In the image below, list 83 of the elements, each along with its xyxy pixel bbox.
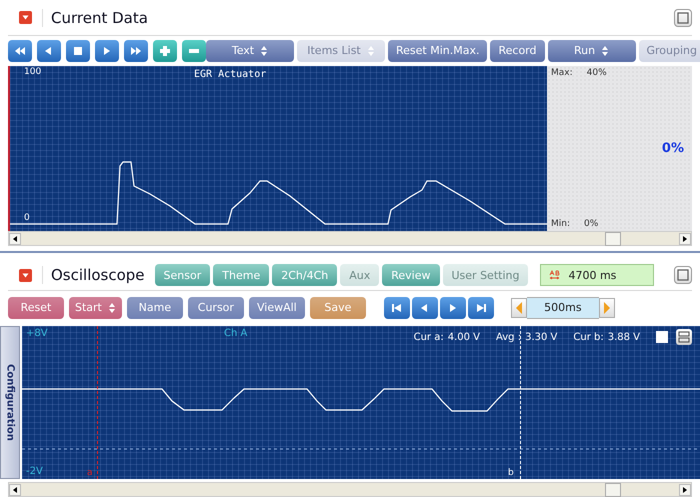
cursor-label: a [87, 468, 93, 478]
readout-value: 3.30 V [525, 332, 558, 342]
plus-icon [159, 46, 171, 56]
tab[interactable]: Theme [213, 264, 270, 286]
square-icon [72, 46, 84, 56]
forward-button[interactable] [124, 40, 148, 62]
readout-value: 3.88 V [608, 332, 640, 342]
axis-label: -2V [26, 466, 43, 477]
tab[interactable]: Review [382, 264, 440, 286]
toolbar-button[interactable]: Cursor [188, 296, 244, 318]
current-value: 0% [662, 141, 684, 156]
scroll-left-button[interactable] [9, 484, 21, 496]
skip-last-icon [474, 302, 487, 312]
last-button[interactable] [468, 296, 494, 318]
right-arrow-icon [681, 234, 689, 242]
window-toggle-button[interactable] [674, 8, 692, 26]
toolbar-button[interactable]: Reset [8, 296, 64, 318]
readout-label: Cur b: [573, 332, 604, 342]
scrollbar[interactable] [8, 482, 692, 497]
scroll-thumb[interactable] [605, 232, 621, 246]
toolbar-button[interactable]: Reset Min.Max. [388, 40, 488, 62]
panel-title: Current Data [42, 8, 148, 26]
tab[interactable]: 2Ch/4Ch [272, 264, 338, 286]
toolbar-button[interactable]: ViewAll [248, 296, 305, 318]
add-button[interactable] [153, 40, 177, 62]
panel-title: Oscilloscope [42, 266, 145, 284]
checkbox[interactable] [656, 331, 668, 343]
cursor-label: b [508, 468, 514, 478]
layout-button[interactable] [676, 329, 692, 345]
max-label: Max: [551, 68, 573, 78]
back-button[interactable] [37, 40, 61, 62]
dropdown-button[interactable]: Start [69, 296, 122, 318]
dropdown-button[interactable]: Run [548, 40, 636, 62]
up-down-arrows-icon [260, 46, 268, 56]
right-arrow-icon [681, 486, 689, 494]
dropdown-button[interactable]: Text [206, 40, 294, 62]
axis-label: 100 [24, 67, 42, 77]
square-icon [677, 12, 689, 24]
scroll-right-button[interactable] [679, 232, 691, 244]
scroll-right-button[interactable] [679, 484, 691, 496]
graph-title: EGR Actuator [194, 69, 266, 80]
min-value: 0% [584, 219, 598, 229]
collapse-icon[interactable] [19, 268, 32, 282]
min-label: Min: [551, 219, 570, 229]
readout-label: Avg : [496, 332, 522, 342]
tab[interactable]: Sensor [154, 264, 210, 286]
timebase-value: 500ms [526, 296, 599, 318]
remove-button[interactable] [182, 40, 206, 62]
scroll-thumb[interactable] [605, 483, 621, 497]
time-span-display: 4700 ms [540, 264, 654, 286]
up-down-arrows-icon [108, 302, 116, 312]
collapse-icon[interactable] [19, 11, 32, 24]
square-icon [677, 269, 689, 281]
rewind-icon [14, 46, 26, 56]
fast-forward-icon [130, 46, 142, 56]
left-arrow-icon [11, 486, 19, 494]
right-triangle-icon [602, 302, 611, 314]
stop-button[interactable] [66, 40, 90, 62]
scroll-left-button[interactable] [9, 232, 21, 244]
up-down-arrows-icon [601, 46, 610, 56]
channel-label: Ch A [224, 328, 248, 339]
next-button[interactable] [440, 296, 466, 318]
side-tab[interactable]: Configuration [0, 326, 20, 479]
toolbar-button[interactable]: Save [310, 296, 366, 318]
toolbar-button[interactable]: Name [126, 296, 183, 318]
axis-label: +8V [26, 328, 48, 339]
up-down-arrows-icon [366, 46, 375, 56]
play-button[interactable] [95, 40, 119, 62]
skip-first-icon [390, 302, 403, 312]
left-arrow-icon [11, 234, 19, 242]
scrollbar[interactable] [8, 231, 692, 246]
readout-value: 4.00 V [448, 332, 480, 342]
rewind-button[interactable] [8, 40, 32, 62]
axis-label: 0 [24, 213, 30, 223]
split-view-icon [678, 331, 690, 343]
first-button[interactable] [384, 296, 410, 318]
measure-icon [549, 270, 560, 280]
toolbar-button[interactable]: Record [490, 40, 544, 62]
readout-label: Cur a: [414, 332, 444, 342]
previous-button[interactable] [412, 296, 438, 318]
max-value: 40% [586, 68, 607, 78]
left-triangle-icon [514, 302, 523, 314]
window-toggle-button[interactable] [674, 266, 692, 284]
